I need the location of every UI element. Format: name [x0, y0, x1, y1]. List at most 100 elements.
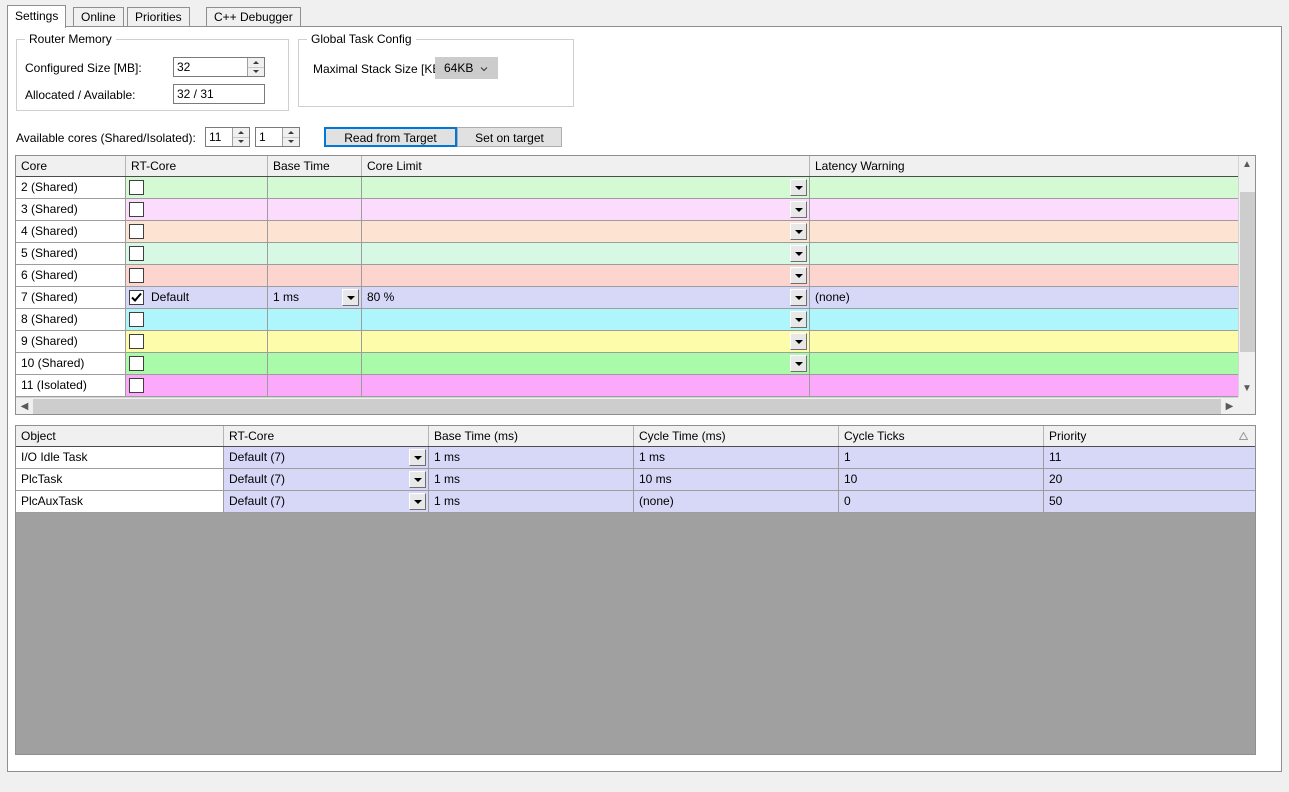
core-cell-core-limit[interactable]: [362, 265, 810, 286]
rt-core-enable-checkbox[interactable]: [129, 378, 144, 393]
core-cell-core[interactable]: 6 (Shared): [16, 265, 126, 286]
task-table-row[interactable]: PlcTask Default (7) 1 ms 10 ms 10 20: [16, 469, 1255, 491]
tab-online[interactable]: Online: [73, 7, 124, 27]
rt-core-enable-checkbox[interactable]: [129, 202, 144, 217]
core-table-row[interactable]: 4 (Shared): [16, 221, 1238, 243]
task-cell-cycle-ticks[interactable]: 1: [839, 447, 1044, 468]
task-grid-header-cycle-time[interactable]: Cycle Time (ms): [634, 426, 839, 446]
isolated-cores-stepper[interactable]: 1: [255, 127, 300, 147]
task-cell-object[interactable]: PlcAuxTask: [16, 491, 224, 512]
rt-core-enable-checkbox[interactable]: [129, 290, 144, 305]
task-rt-core-dropdown-button[interactable]: [409, 449, 426, 466]
allocated-available-field[interactable]: 32 / 31: [173, 84, 265, 104]
read-from-target-button[interactable]: Read from Target: [324, 127, 457, 147]
core-cell-core-limit[interactable]: [362, 177, 810, 198]
core-cell-latency-warning[interactable]: [810, 331, 1238, 352]
shared-cores-stepper[interactable]: 11: [205, 127, 250, 147]
core-limit-dropdown-button[interactable]: [790, 223, 807, 240]
task-cell-cycle-time[interactable]: 10 ms: [634, 469, 839, 490]
core-cell-core[interactable]: 4 (Shared): [16, 221, 126, 242]
core-cell-core[interactable]: 7 (Shared): [16, 287, 126, 308]
task-cell-priority[interactable]: 20: [1044, 469, 1255, 490]
task-grid-header-rt-core[interactable]: RT-Core: [224, 426, 429, 446]
core-cell-core-limit[interactable]: [362, 331, 810, 352]
core-cell-base-time[interactable]: [268, 221, 362, 242]
core-cell-latency-warning[interactable]: [810, 221, 1238, 242]
maximal-stack-size-select[interactable]: 64KB: [435, 57, 498, 79]
task-grid-header-priority[interactable]: Priority: [1044, 426, 1255, 446]
core-table-row[interactable]: 3 (Shared): [16, 199, 1238, 221]
core-grid-header-base-time[interactable]: Base Time: [268, 156, 362, 176]
core-cell-base-time[interactable]: [268, 331, 362, 352]
task-cell-priority[interactable]: 50: [1044, 491, 1255, 512]
core-cell-base-time[interactable]: [268, 199, 362, 220]
core-grid-header-latency-warning[interactable]: Latency Warning: [810, 156, 1238, 176]
scroll-up-arrow-icon[interactable]: ▲: [1239, 156, 1255, 173]
core-table-row[interactable]: 6 (Shared): [16, 265, 1238, 287]
core-limit-dropdown-button[interactable]: [790, 179, 807, 196]
core-cell-rt-core[interactable]: [126, 353, 268, 374]
spinner-down-button[interactable]: [248, 67, 264, 76]
core-cell-core[interactable]: 10 (Shared): [16, 353, 126, 374]
core-grid-vertical-scroll-thumb[interactable]: [1240, 192, 1255, 352]
core-cell-latency-warning[interactable]: [810, 265, 1238, 286]
core-limit-dropdown-button[interactable]: [790, 267, 807, 284]
core-cell-latency-warning[interactable]: [810, 353, 1238, 374]
core-cell-base-time[interactable]: 1 ms: [268, 287, 362, 308]
core-cell-core-limit[interactable]: [362, 243, 810, 264]
core-cell-core-limit[interactable]: [362, 353, 810, 374]
core-grid-vertical-scrollbar[interactable]: ▲ ▼: [1238, 156, 1255, 397]
task-cell-object[interactable]: PlcTask: [16, 469, 224, 490]
task-cell-rt-core[interactable]: Default (7): [224, 469, 429, 490]
core-cell-base-time[interactable]: [268, 309, 362, 330]
core-table-row[interactable]: 10 (Shared): [16, 353, 1238, 375]
core-cell-rt-core[interactable]: [126, 199, 268, 220]
core-grid-horizontal-scroll-thumb[interactable]: [33, 399, 1221, 414]
spinner-down-button[interactable]: [233, 137, 249, 146]
core-table-row[interactable]: 8 (Shared): [16, 309, 1238, 331]
core-cell-latency-warning[interactable]: [810, 243, 1238, 264]
core-cell-core-limit[interactable]: [362, 199, 810, 220]
spinner-down-button[interactable]: [283, 137, 299, 146]
task-grid-header-object[interactable]: Object: [16, 426, 224, 446]
core-limit-dropdown-button[interactable]: [790, 355, 807, 372]
task-cell-rt-core[interactable]: Default (7): [224, 491, 429, 512]
core-cell-rt-core[interactable]: [126, 177, 268, 198]
task-cell-object[interactable]: I/O Idle Task: [16, 447, 224, 468]
core-cell-base-time[interactable]: [268, 177, 362, 198]
core-cell-latency-warning[interactable]: [810, 177, 1238, 198]
core-limit-dropdown-button[interactable]: [790, 311, 807, 328]
task-cell-rt-core[interactable]: Default (7): [224, 447, 429, 468]
base-time-dropdown-button[interactable]: [342, 289, 359, 306]
scroll-left-arrow-icon[interactable]: ◀: [16, 398, 33, 414]
task-cell-cycle-time[interactable]: (none): [634, 491, 839, 512]
core-cell-core[interactable]: 3 (Shared): [16, 199, 126, 220]
core-cell-core-limit[interactable]: [362, 221, 810, 242]
core-cell-rt-core[interactable]: [126, 221, 268, 242]
task-grid-header-base-time[interactable]: Base Time (ms): [429, 426, 634, 446]
task-cell-cycle-time[interactable]: 1 ms: [634, 447, 839, 468]
core-limit-dropdown-button[interactable]: [790, 333, 807, 350]
task-rt-core-dropdown-button[interactable]: [409, 471, 426, 488]
scroll-down-arrow-icon[interactable]: ▼: [1239, 380, 1255, 397]
core-cell-latency-warning[interactable]: [810, 199, 1238, 220]
task-cell-priority[interactable]: 11: [1044, 447, 1255, 468]
core-table-row[interactable]: 2 (Shared): [16, 177, 1238, 199]
task-cell-cycle-ticks[interactable]: 0: [839, 491, 1044, 512]
rt-core-enable-checkbox[interactable]: [129, 180, 144, 195]
core-grid-horizontal-scrollbar[interactable]: ◀ ▶: [16, 397, 1238, 414]
rt-core-enable-checkbox[interactable]: [129, 356, 144, 371]
core-table-row[interactable]: 7 (Shared) Default 1 ms 80 % (none): [16, 287, 1238, 309]
core-limit-dropdown-button[interactable]: [790, 245, 807, 262]
core-cell-base-time[interactable]: [268, 375, 362, 396]
configured-size-stepper[interactable]: 32: [173, 57, 265, 77]
core-table-row[interactable]: 11 (Isolated): [16, 375, 1238, 397]
core-cell-core-limit[interactable]: 80 %: [362, 287, 810, 308]
task-cell-cycle-ticks[interactable]: 10: [839, 469, 1044, 490]
task-cell-base-time[interactable]: 1 ms: [429, 491, 634, 512]
core-table-row[interactable]: 9 (Shared): [16, 331, 1238, 353]
rt-core-enable-checkbox[interactable]: [129, 224, 144, 239]
core-cell-latency-warning[interactable]: [810, 375, 1238, 396]
scroll-right-arrow-icon[interactable]: ▶: [1221, 398, 1238, 414]
core-cell-core[interactable]: 5 (Shared): [16, 243, 126, 264]
